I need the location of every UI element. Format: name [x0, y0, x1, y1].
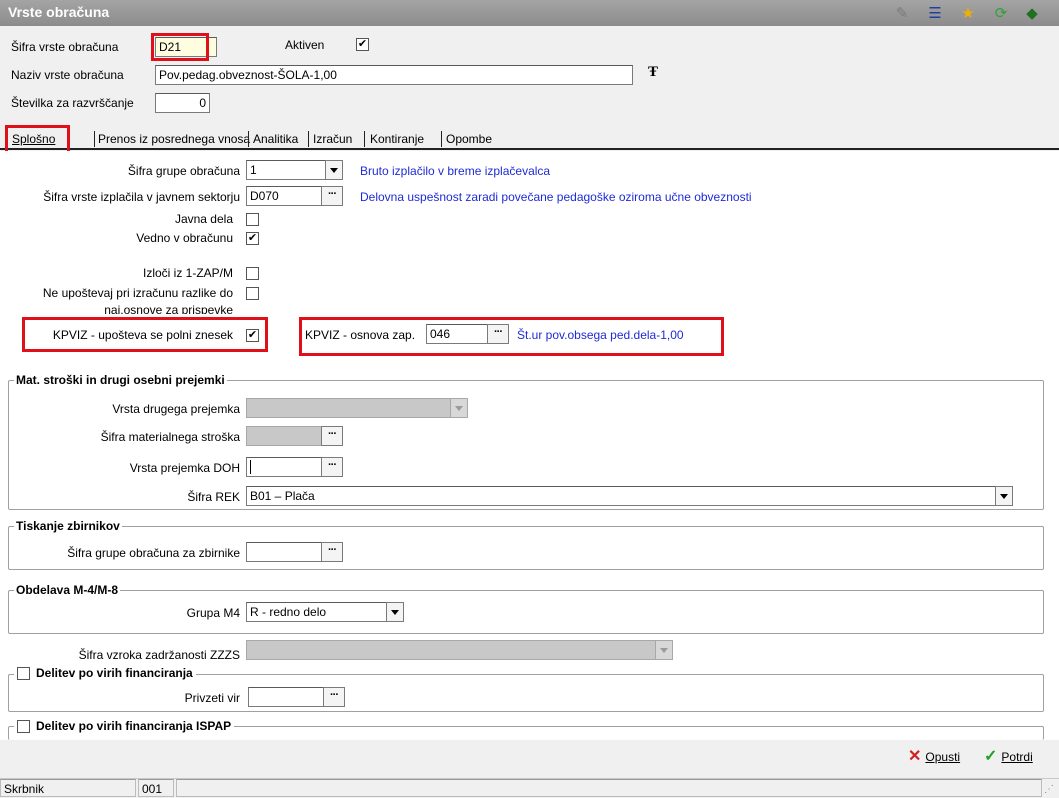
summary-group-input[interactable]	[246, 542, 322, 562]
zzzs-label: Šifra vzroka zadržanosti ZZZS	[78, 648, 240, 662]
text-cursor	[250, 460, 251, 474]
doh-label: Vrsta prejemka DOH	[129, 461, 240, 475]
chevron-down-icon	[1000, 493, 1008, 499]
chevron-down-icon	[330, 167, 338, 173]
financing-ispap-header: Delitev po virih financiranja ISPAP	[14, 719, 235, 733]
active-label: Aktiven	[285, 38, 325, 52]
public-works-label: Javna dela	[174, 212, 233, 226]
highlight-box	[151, 33, 209, 61]
financing-header: Delitev po virih financiranja	[14, 666, 196, 680]
rek-dropdown-button[interactable]	[995, 486, 1013, 506]
status-code: 001	[138, 779, 174, 797]
other-receipt-dropdown-button	[450, 398, 468, 418]
tab-separator	[94, 131, 95, 147]
ignore-checkbox[interactable]	[246, 287, 259, 300]
financing-title: Delitev po virih financiranja	[36, 666, 193, 680]
kpviz-base-browse-button[interactable]: ···	[487, 324, 509, 344]
name-input[interactable]: Pov.pedag.obveznost-ŠOLA-1,00	[155, 65, 633, 85]
name-label: Naziv vrste obračuna	[11, 68, 124, 82]
kpviz-base-label: KPVIZ - osnova zap.	[305, 328, 416, 342]
refresh-document-icon[interactable]: ⟳	[991, 3, 1011, 23]
checkmark-icon: ✓	[984, 748, 998, 765]
m4-processing-title: Obdelava M-4/M-8	[14, 583, 121, 597]
code-label: Šifra vrste obračuna	[11, 40, 119, 54]
other-receipt-select	[246, 398, 451, 418]
payment-type-label: Šifra vrste izplačila v javnem sektorju	[43, 190, 240, 204]
always-label: Vedno v obračunu	[136, 231, 233, 245]
ignore-label: Ne upoštevaj pri izračunu razlike do	[42, 286, 233, 300]
chevron-down-icon	[660, 647, 668, 653]
other-receipt-label: Vrsta drugega prejemka	[112, 402, 240, 416]
confirm-button[interactable]: ✓ Potrdi	[984, 748, 1033, 765]
active-checkbox[interactable]: ✔	[356, 38, 369, 51]
payment-type-browse-button[interactable]: ···	[321, 186, 343, 206]
print-summaries-title: Tiskanje zbirnikov	[14, 519, 122, 533]
resize-grip-icon[interactable]: ⋰	[1044, 784, 1054, 795]
exclude-label: Izloči iz 1-ZAP/M	[142, 266, 233, 280]
help-icon[interactable]: ◆	[1022, 3, 1042, 23]
order-input[interactable]: 0	[155, 93, 210, 113]
material-costs-title: Mat. stroški in drugi osebni prejemki	[14, 373, 227, 387]
confirm-label: Potrdi	[1001, 750, 1033, 764]
tab-analitika[interactable]: Analitika	[253, 132, 298, 146]
payment-type-description: Delovna uspešnost zaradi povečane pedago…	[360, 190, 752, 204]
rek-select[interactable]: B01 – Plača	[246, 486, 996, 506]
close-icon: ✕	[908, 748, 922, 765]
cancel-button[interactable]: ✕ Opusti	[908, 748, 961, 765]
order-label: Številka za razvrščanje	[11, 96, 134, 110]
cancel-label: Opusti	[925, 750, 961, 764]
exclude-checkbox[interactable]	[246, 267, 259, 280]
source-label: Privzeti vir	[184, 691, 240, 705]
ignore-label-line2: naj.osnove za prispevke	[104, 303, 233, 314]
status-message	[176, 779, 1042, 797]
material-cost-input	[246, 426, 322, 446]
summary-group-label: Šifra grupe obračuna za zbirnike	[67, 546, 240, 560]
tab-separator	[441, 131, 442, 147]
material-cost-label: Šifra materialnega stroška	[100, 430, 240, 444]
group-description: Bruto izplačilo v breme izplačevalca	[360, 164, 551, 178]
zzzs-dropdown-button	[655, 640, 673, 660]
kpviz-base-description: Št.ur pov.obsega ped.dela-1,00	[517, 328, 684, 342]
list-icon[interactable]: ☰	[925, 3, 945, 23]
title-bar: Vrste obračuna ✎ ☰ ★ ⟳ ◆	[0, 0, 1059, 26]
payment-type-input[interactable]: D070	[246, 186, 322, 206]
m4-group-dropdown-button[interactable]	[386, 602, 404, 622]
financing-checkbox[interactable]	[17, 666, 30, 680]
rek-label: Šifra REK	[187, 490, 240, 504]
status-user: Skrbnik	[0, 779, 136, 797]
financing-ispap-title: Delitev po virih financiranja ISPAP	[36, 719, 232, 733]
kpviz-base-input[interactable]: 046	[426, 324, 488, 344]
window-title: Vrste obračuna	[8, 4, 110, 20]
tab-prenos[interactable]: Prenos iz posrednega vnosa	[98, 132, 250, 146]
m4-group-select[interactable]: R - redno delo	[246, 602, 387, 622]
kpviz-full-label: KPVIZ - upošteva se polni znesek	[52, 328, 233, 342]
kpviz-full-checkbox[interactable]: ✔	[246, 329, 259, 342]
tab-izracun[interactable]: Izračun	[313, 132, 352, 146]
group-dropdown-button[interactable]	[325, 160, 343, 180]
tab-opombe[interactable]: Opombe	[446, 132, 492, 146]
zzzs-select	[246, 640, 656, 660]
tab-separator	[308, 131, 309, 147]
material-cost-browse-button[interactable]: ···	[321, 426, 343, 446]
doh-browse-button[interactable]: ···	[321, 457, 343, 477]
edit-note-icon[interactable]: ✎	[892, 3, 912, 23]
tab-separator	[248, 131, 249, 147]
always-checkbox[interactable]: ✔	[246, 232, 259, 245]
financing-ispap-checkbox[interactable]	[17, 719, 30, 733]
public-works-checkbox[interactable]	[246, 213, 259, 226]
star-icon[interactable]: ★	[958, 3, 978, 23]
source-browse-button[interactable]: ···	[323, 687, 345, 707]
doh-input[interactable]	[246, 457, 322, 477]
text-format-icon[interactable]: Ŧ	[648, 64, 658, 81]
group-select[interactable]: 1	[246, 160, 326, 180]
tab-separator	[364, 131, 365, 147]
tab-kontiranje[interactable]: Kontiranje	[370, 132, 424, 146]
summary-group-browse-button[interactable]: ···	[321, 542, 343, 562]
chevron-down-icon	[391, 609, 399, 615]
group-label: Šifra grupe obračuna	[127, 164, 240, 178]
m4-group-label: Grupa M4	[186, 606, 240, 620]
source-input[interactable]	[248, 687, 324, 707]
chevron-down-icon	[455, 405, 463, 411]
